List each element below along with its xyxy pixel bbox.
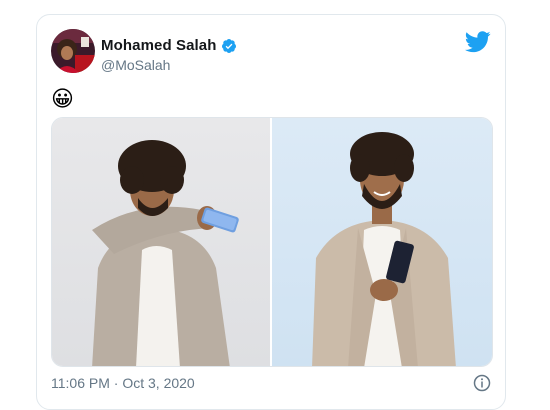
info-icon[interactable] (473, 374, 491, 392)
avatar-image (51, 29, 95, 73)
tweet-time: 11:06 PM (51, 375, 110, 391)
tweet-media[interactable] (51, 117, 493, 367)
twitter-bird-icon[interactable] (465, 31, 491, 53)
tweet-photo-2[interactable] (272, 118, 492, 366)
author-avatar[interactable] (51, 29, 95, 73)
photo-1-image (92, 140, 239, 366)
photo-2-image (312, 132, 456, 366)
verified-badge-icon (221, 38, 236, 53)
tweet-card[interactable]: Mohamed Salah @MoSalah 😀 11:06 PM · Oct … (36, 14, 506, 410)
author-handle[interactable]: @MoSalah (101, 57, 170, 73)
tweet-text: 😀 (51, 86, 74, 111)
tweet-photo-1[interactable] (52, 118, 270, 366)
author-name-row[interactable]: Mohamed Salah (101, 37, 237, 54)
author-name[interactable]: Mohamed Salah (101, 37, 217, 54)
tweet-date: Oct 3, 2020 (122, 375, 195, 391)
timestamp-separator: · (113, 375, 119, 391)
tweet-timestamp[interactable]: 11:06 PM · Oct 3, 2020 (51, 375, 195, 391)
